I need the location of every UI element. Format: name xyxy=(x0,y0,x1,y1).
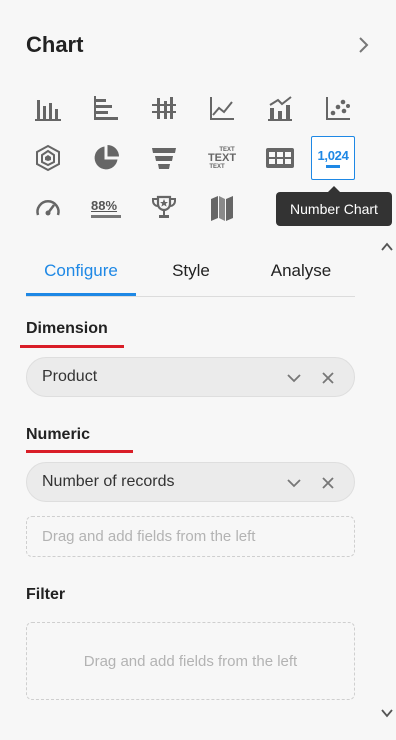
chart-config-panel: Chart TEXT TEXT TEXT 1,024 88% Number Ch… xyxy=(0,0,396,740)
numeric-section-title: Numeric xyxy=(26,426,91,443)
dimension-field-label: Product xyxy=(42,368,98,385)
scatter-chart-icon xyxy=(326,97,350,120)
chart-type-ranking[interactable] xyxy=(142,186,186,230)
chart-type-radar[interactable] xyxy=(26,136,70,180)
dimension-field-chip[interactable]: Product xyxy=(26,357,355,397)
collapse-panel-button[interactable] xyxy=(352,30,376,60)
progress-chart-icon: 88% xyxy=(91,198,121,218)
radar-chart-icon xyxy=(36,144,60,172)
pie-chart-icon xyxy=(94,145,119,170)
word-cloud-icon: TEXT TEXT TEXT xyxy=(207,146,237,170)
line-chart-icon xyxy=(210,97,234,120)
chart-type-pie[interactable] xyxy=(84,136,128,180)
tab-configure[interactable]: Configure xyxy=(26,248,136,294)
chevron-up-icon xyxy=(381,242,393,251)
chart-type-map[interactable] xyxy=(200,186,244,230)
tab-style[interactable]: Style xyxy=(136,248,246,294)
chart-type-combo[interactable] xyxy=(258,86,302,130)
chevron-down-icon[interactable] xyxy=(286,475,302,491)
numeric-required-underline xyxy=(26,450,133,453)
panel-header: Chart xyxy=(26,30,376,60)
close-icon[interactable] xyxy=(320,370,336,386)
chart-type-tooltip: Number Chart xyxy=(276,186,392,226)
chevron-down-icon[interactable] xyxy=(286,370,302,386)
scroll-down-button[interactable] xyxy=(380,706,394,720)
gauge-chart-icon xyxy=(36,200,60,216)
table-chart-icon xyxy=(266,148,294,168)
chart-type-gauge[interactable] xyxy=(26,186,70,230)
numeric-field-label: Number of records xyxy=(42,473,175,490)
chart-type-number[interactable]: 1,024 xyxy=(311,136,355,180)
dimension-section-title: Dimension xyxy=(26,320,108,337)
horizontal-bar-chart-icon xyxy=(94,96,118,120)
chart-type-funnel[interactable] xyxy=(142,136,186,180)
chart-type-stacked-bar[interactable] xyxy=(142,86,186,130)
config-tabs: Configure Style Analyse xyxy=(26,248,355,297)
filter-section-title: Filter xyxy=(26,586,66,603)
chart-type-line[interactable] xyxy=(200,86,244,130)
chart-type-table[interactable] xyxy=(258,136,302,180)
chevron-down-icon xyxy=(381,709,393,718)
chart-type-bar[interactable] xyxy=(26,86,70,130)
chart-type-word-cloud[interactable]: TEXT TEXT TEXT xyxy=(200,136,244,180)
chart-type-progress[interactable]: 88% xyxy=(84,186,128,230)
funnel-chart-icon xyxy=(152,148,176,169)
chevron-right-icon xyxy=(359,37,369,53)
chart-type-horizontal-bar[interactable] xyxy=(84,86,128,130)
filter-dropzone[interactable]: Drag and add fields from the left xyxy=(26,622,355,700)
chart-type-scatter[interactable] xyxy=(316,86,360,130)
number-chart-icon: 1,024 xyxy=(317,149,349,168)
numeric-dropzone[interactable]: Drag and add fields from the left xyxy=(26,516,355,557)
close-icon[interactable] xyxy=(320,475,336,491)
scroll-up-button[interactable] xyxy=(380,240,394,254)
stacked-bar-chart-icon xyxy=(152,97,176,119)
numeric-field-chip[interactable]: Number of records xyxy=(26,462,355,502)
bar-chart-icon xyxy=(35,100,61,121)
trophy-icon xyxy=(152,195,176,218)
combo-chart-icon xyxy=(268,96,292,121)
map-icon xyxy=(211,196,233,221)
dimension-required-underline xyxy=(20,345,124,348)
tab-analyse[interactable]: Analyse xyxy=(246,248,356,294)
active-tab-indicator xyxy=(26,293,136,296)
panel-title: Chart xyxy=(26,32,84,57)
